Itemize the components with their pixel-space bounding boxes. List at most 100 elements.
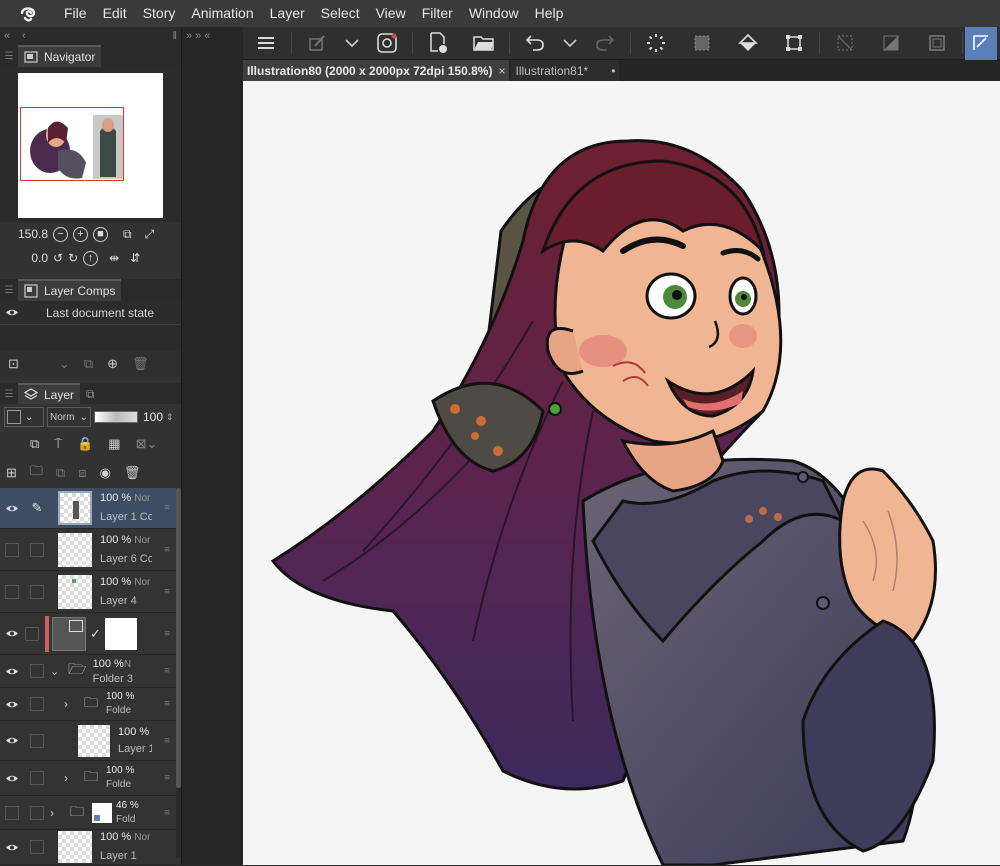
blend-mode-dropdown[interactable]: Norm ⌄ [47, 407, 91, 427]
edit-target-slot[interactable] [24, 615, 50, 652]
opacity-slider[interactable] [94, 411, 138, 423]
new-raster-layer-icon[interactable]: ⊞ [6, 465, 17, 481]
chevron-right-icon[interactable]: › [64, 771, 76, 785]
collapse-left-icon[interactable]: « [204, 30, 210, 42]
layer-row[interactable]: 100 % Nor Layer 1 [0, 830, 176, 865]
folder-row[interactable]: › 🗀 46 % Fold ≡ [0, 796, 176, 830]
visibility-toggle[interactable] [0, 805, 24, 820]
eye-icon[interactable] [0, 504, 24, 513]
new-folder-icon[interactable]: 🗀 [30, 462, 43, 484]
navigator-preview[interactable] [0, 67, 181, 222]
canvas-area[interactable] [243, 81, 1000, 865]
flip-horizontal-icon[interactable]: ⇹ [109, 251, 119, 265]
paper-layer-row[interactable]: ✓ ≡ [0, 613, 176, 655]
eye-icon[interactable] [0, 667, 24, 676]
collapse-left-icon[interactable]: « [4, 30, 10, 42]
lock-icon[interactable]: 🔒 [77, 436, 93, 452]
chevron-down-icon[interactable]: ⌄ [50, 665, 62, 678]
open-folder-icon[interactable] [461, 27, 507, 60]
clip-layer-icon[interactable]: ⧉ [30, 436, 39, 452]
merge-down-icon[interactable]: ⧉ [56, 465, 65, 481]
expand-right-icon[interactable]: » [195, 30, 201, 42]
layer-mask-icon[interactable]: ◉ [100, 465, 111, 481]
drag-handle-icon[interactable]: ≡ [164, 503, 170, 514]
opacity-stepper-icon[interactable]: ⇕ [166, 412, 174, 423]
quick-access-icon[interactable] [294, 27, 340, 60]
edit-target-slot[interactable] [24, 697, 50, 711]
app-logo-icon[interactable] [0, 0, 56, 27]
menu-layer[interactable]: Layer [262, 0, 313, 27]
reference-layer-icon[interactable]: ⍑ [54, 436, 62, 452]
pencil-icon[interactable]: ✎ [24, 500, 50, 516]
selection-border-icon[interactable] [914, 27, 960, 60]
delete-layer-icon[interactable]: 🗑 [124, 465, 141, 481]
drag-handle-icon[interactable]: ≡ [164, 586, 170, 597]
expand-right-icon[interactable]: » [186, 30, 192, 42]
clear-selection-icon[interactable] [679, 27, 725, 60]
edit-target-slot[interactable] [24, 771, 50, 785]
delete-comp-icon[interactable]: 🗑 [132, 356, 149, 372]
transform-icon[interactable] [771, 27, 817, 60]
edit-target-slot[interactable] [24, 840, 50, 854]
tab-illustration80[interactable]: Illustration80 (2000 x 2000px 72dpi 150.… [243, 60, 510, 81]
eye-icon[interactable] [0, 774, 24, 783]
close-icon[interactable]: × [498, 64, 505, 78]
drag-handle-icon[interactable]: ≡ [164, 735, 170, 746]
chevron-right-icon[interactable]: › [64, 697, 76, 711]
mask-toggle-icon[interactable]: ⊠⌄ [136, 436, 158, 452]
chevron-right-icon[interactable]: › [50, 806, 62, 820]
menu-edit[interactable]: Edit [95, 0, 135, 27]
chevron-down-icon[interactable] [340, 27, 364, 60]
layer-row[interactable]: 100 % Nor Layer 4 ≡ [0, 571, 176, 613]
tab-layer[interactable]: Layer [18, 383, 81, 405]
crop-icon[interactable] [822, 27, 868, 60]
drag-handle-icon[interactable]: ≡ [164, 544, 170, 555]
panel-grip-icon[interactable]: ‖ [172, 30, 177, 42]
drag-handle-icon[interactable]: ≡ [164, 628, 170, 639]
drag-grip-icon[interactable]: ☰ [0, 285, 18, 296]
chevron-left-icon[interactable]: ‹ [22, 30, 26, 42]
eye-icon[interactable] [0, 700, 24, 709]
fit-window-icon[interactable]: ⧉ [123, 227, 132, 242]
loading-icon[interactable] [633, 27, 679, 60]
active-tool-icon[interactable] [965, 26, 997, 60]
chevron-down-icon[interactable] [558, 27, 582, 60]
clip-studio-icon[interactable] [364, 27, 410, 60]
tab-illustration81[interactable]: Illustration81* • [511, 60, 620, 81]
menu-animation[interactable]: Animation [183, 0, 261, 27]
lock-transparency-icon[interactable]: ▦ [108, 436, 120, 452]
new-comp-icon[interactable]: ⊡ [8, 356, 19, 372]
menu-view[interactable]: View [368, 0, 414, 27]
redo-icon[interactable] [582, 27, 628, 60]
visibility-toggle[interactable] [0, 542, 24, 557]
drag-handle-icon[interactable]: ≡ [164, 666, 170, 677]
menu-hamburger-icon[interactable] [243, 27, 289, 60]
menu-story[interactable]: Story [135, 0, 184, 27]
layer-comp-item[interactable]: Last document state [0, 301, 181, 325]
undo-icon[interactable] [512, 27, 558, 60]
tab-layer-comps[interactable]: Layer Comps [18, 279, 122, 301]
drag-handle-icon[interactable]: ≡ [164, 699, 170, 710]
eye-icon[interactable] [0, 843, 24, 852]
drag-handle-icon[interactable]: ≡ [164, 807, 170, 818]
folder-row[interactable]: ⌄ 🗁 100 %N Folder 3 ≡ [0, 655, 176, 688]
menu-window[interactable]: Window [461, 0, 527, 27]
eye-icon[interactable] [0, 629, 24, 638]
layer-row[interactable]: 100 % Layer 1 ≡ [0, 721, 176, 761]
drag-grip-icon[interactable]: ☰ [0, 389, 18, 400]
duplicate-comp-icon[interactable]: ⧉ [84, 356, 93, 372]
menu-select[interactable]: Select [313, 0, 368, 27]
fill-bucket-icon[interactable] [725, 27, 771, 60]
new-canvas-icon[interactable] [415, 27, 461, 60]
edit-target-slot[interactable] [24, 584, 50, 599]
chevron-down-icon[interactable]: ⌄ [59, 356, 70, 372]
folder-row[interactable]: › 🗀 100 % Folde ≡ [0, 688, 176, 721]
menu-filter[interactable]: Filter [414, 0, 461, 27]
layer-row[interactable]: ✎ 100 % Nor Layer 1 Cop ≡ [0, 488, 176, 529]
combine-layers-icon[interactable]: ⧈ [78, 465, 86, 481]
folder-row[interactable]: › 🗀 100 % Folde ≡ [0, 761, 176, 796]
edit-target-slot[interactable] [24, 542, 50, 557]
rotate-left-icon[interactable]: ↺ [53, 251, 63, 265]
reset-rotation-icon[interactable]: ↑ [83, 250, 99, 266]
eye-icon[interactable] [0, 308, 24, 317]
